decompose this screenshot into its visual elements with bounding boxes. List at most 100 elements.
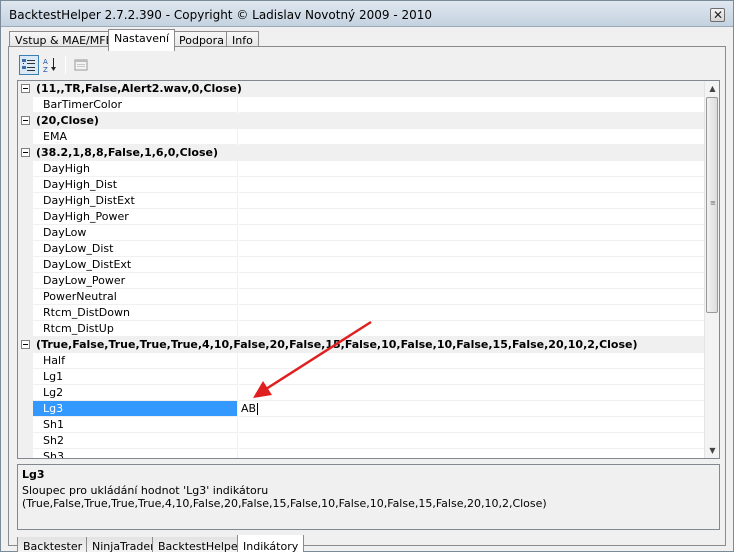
property-name: Rtcm_DistUp — [33, 321, 238, 337]
property-row[interactable]: BarTimerColor — [18, 97, 704, 113]
category-label: (20,Close) — [36, 114, 99, 127]
property-value[interactable] — [239, 129, 704, 145]
property-row[interactable]: DayLow_Power — [18, 273, 704, 289]
category-row[interactable]: (20,Close) — [18, 113, 704, 129]
property-name: Half — [33, 353, 238, 369]
property-row[interactable]: DayLow_DistExt — [18, 257, 704, 273]
scroll-thumb[interactable]: ≡ — [706, 97, 718, 313]
category-row[interactable]: (11,,TR,False,Alert2.wav,0,Close) — [18, 81, 704, 97]
property-name: BarTimerColor — [33, 97, 238, 113]
minus-glyph — [23, 120, 28, 121]
property-name: Sh1 — [33, 417, 238, 433]
tab-label: Nastavení — [114, 32, 170, 45]
property-value[interactable] — [239, 433, 704, 449]
property-row[interactable]: Half — [18, 353, 704, 369]
sort-az-icon: A Z — [43, 58, 56, 74]
property-value-editor[interactable]: AB — [239, 401, 704, 417]
window-title: BacktestHelper 2.7.2.390 - Copyright © L… — [9, 8, 433, 22]
svg-text:A: A — [43, 58, 48, 66]
grip-icon: ≡ — [710, 199, 716, 207]
property-grid[interactable]: (11,,TR,False,Alert2.wav,0,Close) BarTime… — [17, 80, 720, 459]
tab-backtester[interactable]: Backtester — [17, 537, 89, 552]
scroll-down-icon[interactable]: ▼ — [705, 443, 719, 458]
scroll-up-icon[interactable]: ▲ — [705, 81, 719, 96]
app-window: BacktestHelper 2.7.2.390 - Copyright © L… — [0, 0, 734, 552]
property-value[interactable] — [239, 289, 704, 305]
tab-indikatory[interactable]: Indikátory — [237, 535, 305, 552]
property-row[interactable]: Rtcm_DistDown — [18, 305, 704, 321]
property-row[interactable]: Sh3 — [18, 449, 704, 458]
collapse-icon[interactable] — [21, 148, 30, 157]
categorized-icon — [22, 59, 35, 71]
collapse-icon[interactable] — [21, 84, 30, 93]
tab-label: NinjaTrader — [92, 540, 155, 552]
property-rows: (11,,TR,False,Alert2.wav,0,Close) BarTime… — [18, 81, 704, 458]
help-detail: (True,False,True,True,True,4,10,False,20… — [22, 497, 547, 510]
property-row[interactable]: PowerNeutral — [18, 289, 704, 305]
client-area: Vstup & MAE/MFE Nastavení Podpora Info A… — [1, 27, 733, 552]
category-row[interactable]: (38.2,1,8,8,False,1,6,0,Close) — [18, 145, 704, 161]
minus-glyph — [23, 344, 28, 345]
property-name: Lg2 — [33, 385, 238, 401]
vertical-scrollbar[interactable]: ▲ ≡ ▼ — [704, 81, 719, 458]
tab-backtesthelper[interactable]: BacktestHelper — [152, 537, 249, 552]
property-row[interactable]: DayLow_Dist — [18, 241, 704, 257]
property-value[interactable] — [239, 369, 704, 385]
close-button[interactable]: ✕ — [710, 8, 725, 22]
tab-label: BacktestHelper — [158, 540, 243, 552]
alphabetical-button[interactable]: A Z — [41, 55, 61, 75]
minus-glyph — [23, 152, 28, 153]
property-value[interactable] — [239, 177, 704, 193]
property-value[interactable] — [239, 161, 704, 177]
property-row[interactable]: DayHigh_DistExt — [18, 193, 704, 209]
property-value[interactable] — [239, 241, 704, 257]
property-row[interactable]: Rtcm_DistUp — [18, 321, 704, 337]
property-name: Lg1 — [33, 369, 238, 385]
property-row[interactable]: Lg2 — [18, 385, 704, 401]
close-icon: ✕ — [713, 8, 724, 22]
property-value[interactable] — [239, 193, 704, 209]
collapse-icon[interactable] — [21, 340, 30, 349]
tab-label: Indikátory — [243, 540, 299, 552]
property-name: Rtcm_DistDown — [33, 305, 238, 321]
property-row[interactable]: Lg1 — [18, 369, 704, 385]
property-row[interactable]: DayHigh — [18, 161, 704, 177]
property-value[interactable] — [239, 353, 704, 369]
category-row[interactable]: (True,False,True,True,True,4,10,False,20… — [18, 337, 704, 353]
property-pages-button[interactable] — [71, 55, 91, 75]
property-value[interactable] — [239, 417, 704, 433]
category-label: (38.2,1,8,8,False,1,6,0,Close) — [36, 146, 219, 159]
property-row[interactable]: DayHigh_Power — [18, 209, 704, 225]
property-value-text: AB — [241, 402, 257, 415]
svg-text:Z: Z — [43, 66, 48, 74]
property-value[interactable] — [239, 257, 704, 273]
help-panel: Lg3 Sloupec pro ukládání hodnot 'Lg3' in… — [17, 464, 720, 530]
property-row[interactable]: Sh1 — [18, 417, 704, 433]
title-bar[interactable]: BacktestHelper 2.7.2.390 - Copyright © L… — [1, 1, 733, 27]
property-name: DayHigh_Dist — [33, 177, 238, 193]
property-row[interactable]: DayLow — [18, 225, 704, 241]
categorized-button[interactable] — [19, 55, 39, 75]
tab-nastaveni[interactable]: Nastavení — [108, 29, 176, 51]
property-name: DayHigh_Power — [33, 209, 238, 225]
property-value[interactable] — [239, 305, 704, 321]
text-caret — [257, 403, 259, 415]
tab-ninjatrader[interactable]: NinjaTrader — [86, 537, 161, 552]
property-value[interactable] — [239, 449, 704, 458]
tab-label: Backtester — [23, 540, 83, 552]
property-value[interactable] — [239, 385, 704, 401]
property-row[interactable]: EMA — [18, 129, 704, 145]
property-row[interactable]: DayHigh_Dist — [18, 177, 704, 193]
category-label: (11,,TR,False,Alert2.wav,0,Close) — [36, 82, 242, 95]
property-value[interactable] — [239, 97, 704, 113]
property-name: DayLow_DistExt — [33, 257, 238, 273]
property-row-selected[interactable]: Lg3 AB — [18, 401, 704, 417]
property-value[interactable] — [239, 273, 704, 289]
property-name: EMA — [33, 129, 238, 145]
property-value[interactable] — [239, 321, 704, 337]
property-value[interactable] — [239, 225, 704, 241]
property-name: DayHigh — [33, 161, 238, 177]
collapse-icon[interactable] — [21, 116, 30, 125]
property-row[interactable]: Sh2 — [18, 433, 704, 449]
property-value[interactable] — [239, 209, 704, 225]
